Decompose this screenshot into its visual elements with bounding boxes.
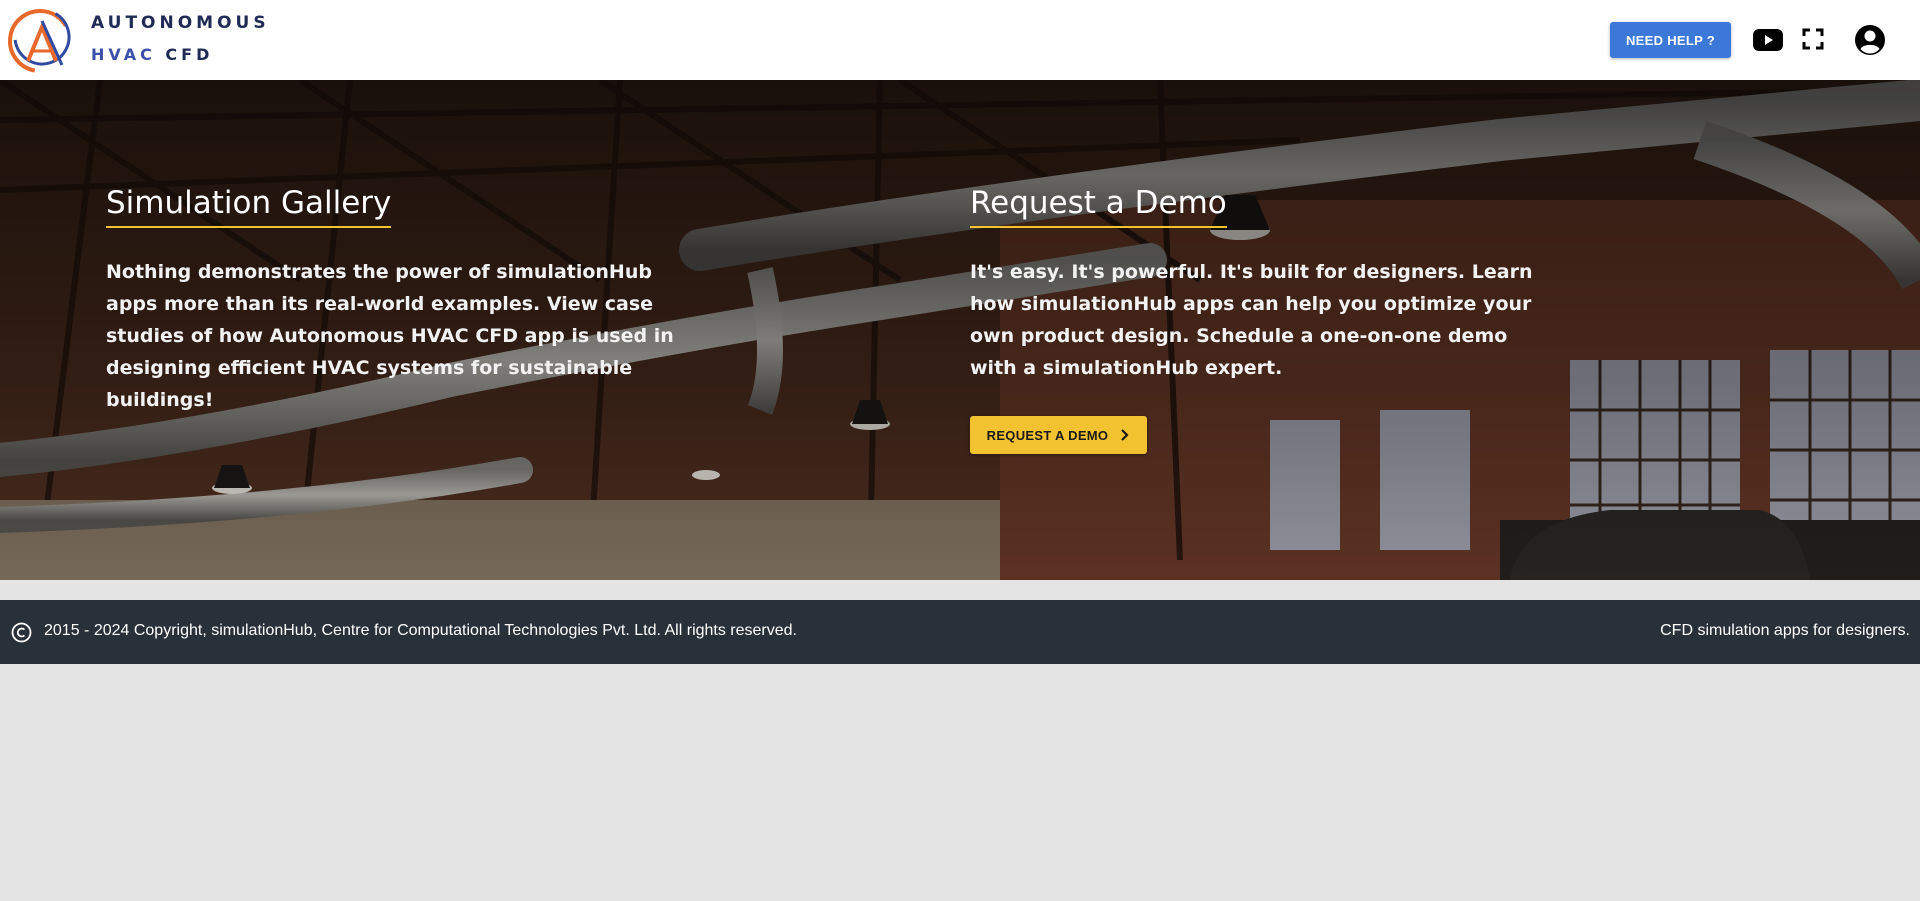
request-demo-button-label: REQUEST A DEMO (986, 427, 1109, 443)
simulation-gallery-description: Nothing demonstrates the power of simula… (106, 256, 706, 416)
copyright-icon (11, 622, 32, 643)
request-demo-title: Request a Demo (970, 185, 1227, 229)
fullscreen-icon[interactable] (1800, 26, 1826, 52)
brand-hvac: HVAC (91, 45, 156, 64)
need-help-button[interactable]: NEED HELP ? (1610, 22, 1731, 58)
footer-tagline: CFD simulation apps for designers. (1660, 622, 1910, 639)
account-circle-icon[interactable] (1854, 24, 1886, 56)
gallery-app-name: Autonomous HVAC CFD (269, 325, 519, 348)
chevron-right-icon (1121, 429, 1129, 441)
brand-name-line2: HVAC CFD (91, 45, 213, 64)
hero-banner: Simulation Gallery Nothing demonstrates … (0, 80, 1920, 580)
simulation-gallery-section: Simulation Gallery Nothing demonstrates … (106, 185, 706, 416)
youtube-icon[interactable] (1752, 28, 1784, 52)
request-demo-description: It's easy. It's powerful. It's built for… (970, 261, 1533, 380)
simulation-gallery-title: Simulation Gallery (106, 185, 392, 229)
brand-name-line1: AUTONOMOUS (91, 13, 270, 33)
top-app-bar: AUTONOMOUS HVAC CFD NEED HELP ? (0, 0, 1920, 80)
brand-cfd: CFD (165, 45, 214, 64)
footer: 2015 - 2024 Copyright, simulationHub, Ce… (0, 600, 1920, 664)
copyright-text: 2015 - 2024 Copyright, simulationHub, Ce… (44, 622, 797, 639)
autonomous-hvac-logo[interactable] (6, 7, 74, 73)
request-demo-section: Request a Demo It's easy. It's powerful.… (970, 185, 1550, 455)
request-demo-button[interactable]: REQUEST A DEMO (970, 416, 1147, 455)
